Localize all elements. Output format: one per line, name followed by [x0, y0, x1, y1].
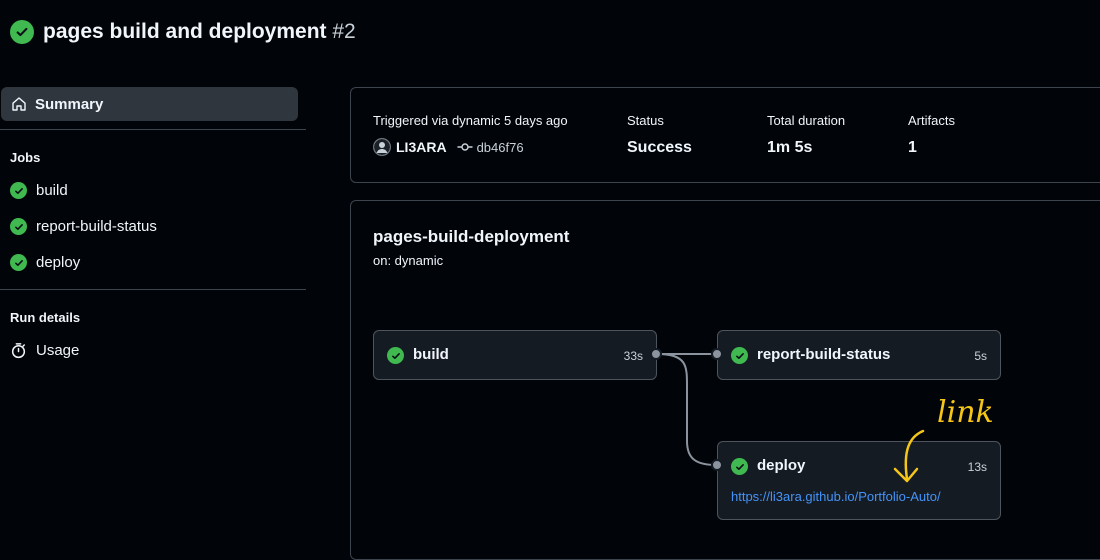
- job-name: report-build-status: [757, 346, 891, 363]
- sidebar-item-label: Summary: [35, 95, 104, 113]
- stopwatch-icon: [10, 342, 27, 359]
- trigger-info: LI3ARA db46f76: [373, 138, 524, 156]
- check-circle-fill-icon: [387, 347, 404, 364]
- sidebar-item-summary[interactable]: Summary: [1, 87, 298, 121]
- duration-value: 1m 5s: [767, 139, 813, 156]
- run-header: pages build and deployment #2: [10, 20, 356, 44]
- job-port: [711, 348, 723, 360]
- jobs-heading: Jobs: [10, 150, 41, 165]
- status-value: Success: [627, 139, 692, 156]
- job-name: deploy: [757, 457, 806, 474]
- check-circle-fill-icon: [10, 182, 27, 199]
- sidebar-item-label: deploy: [36, 254, 81, 271]
- actor-name[interactable]: LI3ARA: [396, 139, 447, 155]
- job-node-report-build-status[interactable]: report-build-status 5s: [717, 330, 1001, 380]
- avatar[interactable]: [373, 138, 391, 156]
- workflow-graph-card: pages-build-deployment on: dynamic build…: [350, 200, 1100, 560]
- job-duration: 33s: [623, 349, 643, 363]
- sidebar-item-report-build-status[interactable]: report-build-status: [10, 218, 157, 235]
- annotation-text: link: [937, 395, 994, 430]
- sidebar-item-label: Usage: [36, 342, 80, 359]
- sidebar-divider: [0, 129, 306, 130]
- check-circle-fill-icon: [10, 218, 27, 235]
- sidebar-item-build[interactable]: build: [10, 182, 68, 199]
- check-circle-fill-icon: [731, 458, 748, 475]
- duration-label: Total duration: [767, 113, 846, 128]
- sidebar-item-deploy[interactable]: deploy: [10, 254, 80, 271]
- sidebar-item-label: report-build-status: [36, 218, 157, 235]
- job-duration: 13s: [967, 460, 987, 474]
- artifacts-label: Artifacts: [908, 113, 955, 128]
- commit-sha: db46f76: [476, 139, 524, 155]
- deployment-url-link[interactable]: https://li3ara.github.io/Portfolio-Auto/: [731, 489, 941, 504]
- job-port: [650, 348, 662, 360]
- sidebar-item-usage[interactable]: Usage: [10, 342, 79, 359]
- page-title: pages build and deployment #2: [43, 20, 356, 44]
- job-duration: 5s: [974, 349, 987, 363]
- check-circle-fill-icon: [731, 347, 748, 364]
- run-details-heading: Run details: [10, 310, 81, 325]
- job-node-build[interactable]: build 33s: [373, 330, 657, 380]
- job-node-deploy[interactable]: deploy 13s https://li3ara.github.io/Port…: [717, 441, 1001, 520]
- check-circle-fill-icon: [10, 20, 34, 44]
- job-name: build: [413, 346, 449, 363]
- sidebar-item-label: build: [36, 182, 68, 199]
- check-circle-fill-icon: [10, 254, 27, 271]
- commit-link[interactable]: db46f76: [456, 139, 524, 155]
- home-icon: [11, 96, 27, 112]
- sidebar-divider: [0, 289, 306, 290]
- run-summary-card: Triggered via dynamic 5 days ago LI3ARA …: [350, 87, 1100, 183]
- run-number: #2: [332, 20, 356, 43]
- job-port: [711, 459, 723, 471]
- artifacts-value[interactable]: 1: [908, 139, 917, 157]
- annotation-arrow-icon: [893, 429, 925, 483]
- run-title-text: pages build and deployment: [43, 20, 327, 43]
- git-commit-icon: [456, 141, 473, 153]
- triggered-label: Triggered via dynamic 5 days ago: [373, 113, 568, 128]
- status-label: Status: [627, 113, 664, 128]
